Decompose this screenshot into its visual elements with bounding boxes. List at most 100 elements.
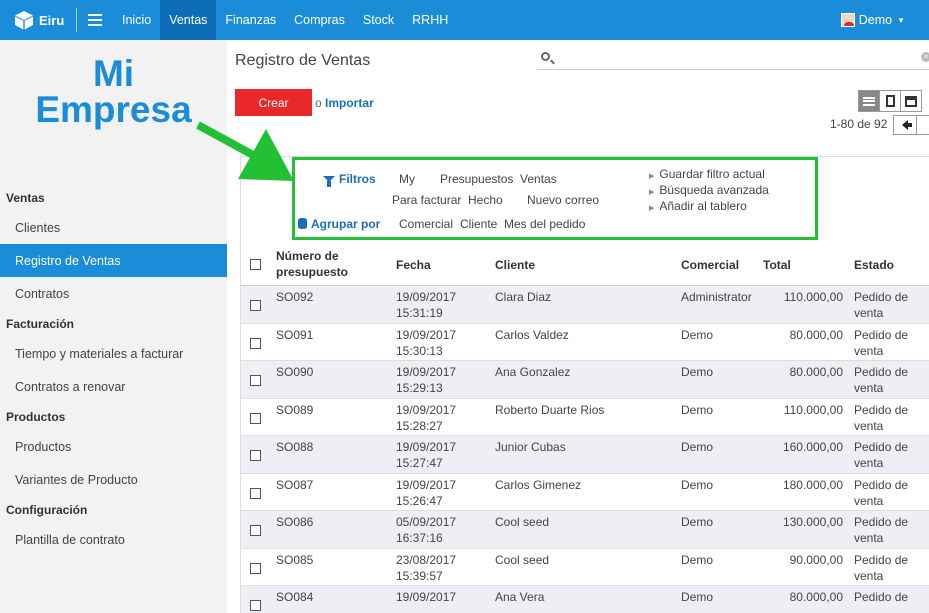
app-logo[interactable]: Eiru (0, 0, 76, 40)
cell-salesperson: Demo (681, 365, 714, 379)
pager-counter[interactable]: 1-80 de 92 (830, 117, 887, 131)
header-number[interactable]: Número de presupuesto (276, 248, 386, 280)
annotation-highlight-box (292, 157, 818, 240)
row-checkbox[interactable] (250, 525, 261, 536)
cell-state-line-1: Pedido de (854, 365, 909, 379)
cell-state-line-2: venta (854, 531, 884, 545)
cell-total: 80.000,00 (789, 327, 843, 342)
list-view-button[interactable] (858, 90, 880, 112)
cell-state-line-2: venta (854, 456, 884, 470)
cell-total: 80.000,00 (789, 590, 843, 604)
header-salesperson[interactable]: Comercial (681, 257, 771, 273)
sidebar-item-contratos-renovar[interactable]: Contratos a renovar (0, 370, 227, 403)
header-state[interactable]: Estado (854, 257, 924, 273)
cell-state-line-2: venta (854, 418, 884, 433)
table-header: Número de presupuesto Fecha Cliente Come… (241, 244, 929, 286)
cell-state-line-2: venta (854, 306, 884, 320)
table-row[interactable]: SO085 23/08/2017 15:39:57 Cool seed Demo 90.0… (241, 548, 929, 586)
table-row[interactable]: SO087 19/09/2017 15:26:47 Carlos Gimenez Dem… (241, 473, 929, 511)
cell-salesperson: Demo (681, 477, 714, 492)
menu-stock[interactable]: Stock (354, 0, 403, 40)
sidebar-section-facturacion: Facturación (6, 316, 75, 331)
cell-date-day: 19/09/2017 (396, 290, 457, 304)
calendar-view-button[interactable] (900, 90, 922, 112)
cell-state-line-2: venta (854, 381, 884, 395)
cell-total: 130.000,00 (782, 515, 843, 529)
sidebar-item-productos[interactable]: Productos (0, 430, 227, 463)
cell-client: Carlos Gimenez (495, 477, 582, 492)
cell-client: Roberto Duarte Rios (495, 402, 605, 417)
cell-number: SO085 (276, 552, 314, 567)
cell-date-day: 23/08/2017 (396, 552, 457, 567)
user-menu[interactable]: Demo ▼ (840, 0, 905, 40)
search-input[interactable] (557, 50, 907, 68)
sidebar: Mi Empresa Ventas Clientes Registro de V… (0, 40, 227, 613)
menu-inicio[interactable]: Inicio (113, 0, 160, 40)
cell-state: Pedido de venta (854, 364, 924, 396)
cell-date-time: 15:31:19 (396, 306, 443, 320)
table-row[interactable]: SO091 19/09/2017 15:30:13 Carlos Valdez Demo… (241, 323, 929, 361)
cell-number: SO087 (276, 477, 314, 492)
row-checkbox[interactable] (250, 337, 261, 349)
sales-table: Número de presupuesto Fecha Cliente Come… (241, 244, 929, 613)
cell-client: Carlos Valdez (495, 327, 569, 342)
sidebar-item-variantes[interactable]: Variantes de Producto (0, 463, 227, 496)
row-checkbox[interactable] (250, 600, 261, 611)
form-view-icon (885, 95, 895, 107)
row-checkbox[interactable] (250, 300, 261, 311)
sidebar-item-tiempo-materiales[interactable]: Tiempo y materiales a facturar (0, 337, 227, 370)
row-checkbox[interactable] (250, 487, 261, 499)
menu-rrhh[interactable]: RRHH (403, 0, 457, 40)
select-all-checkbox[interactable] (250, 259, 261, 270)
cell-date: 19/09/2017 15:30:13 (396, 327, 486, 359)
row-checkbox[interactable] (250, 450, 261, 461)
cell-number: SO084 (276, 590, 314, 604)
pager-next-button[interactable] (916, 115, 929, 135)
user-name: Demo (858, 13, 893, 27)
table-row[interactable]: SO086 05/09/2017 16:37:16 Cool seed Demo 130.… (241, 511, 929, 549)
menu-ventas[interactable]: Ventas (160, 0, 217, 40)
cell-date: 05/09/2017 16:37:16 (396, 514, 486, 546)
row-checkbox[interactable] (250, 412, 261, 424)
cell-date-time: 15:27:47 (396, 456, 443, 470)
table-row[interactable]: SO090 19/09/2017 15:29:13 Ana Gonzalez Demo 8… (241, 361, 929, 399)
cell-client: Clara Diaz (495, 290, 552, 304)
cube-logo-icon (15, 11, 33, 30)
view-switcher (858, 90, 922, 112)
annotation-arrow-icon (196, 121, 294, 181)
header-total[interactable]: Total (763, 257, 791, 273)
table-row[interactable]: SO084 19/09/2017 Ana Vera Demo 80.000,00 Pedi… (241, 586, 929, 613)
menu-compras[interactable]: Compras (285, 0, 354, 40)
cell-total: 160.000,00 (782, 440, 843, 454)
cell-state-line-1: Pedido de (854, 590, 909, 604)
row-checkbox[interactable] (250, 375, 261, 386)
cell-state-line-1: Pedido de (854, 290, 909, 304)
menu-finanzas[interactable]: Finanzas (216, 0, 285, 40)
sidebar-item-plantilla-contrato[interactable]: Plantilla de contrato (0, 523, 227, 556)
table-row[interactable]: SO089 19/09/2017 15:28:27 Roberto Duarte Ri… (241, 398, 929, 436)
header-date[interactable]: Fecha (396, 257, 486, 273)
calendar-view-icon (905, 95, 917, 107)
header-client[interactable]: Cliente (495, 257, 675, 273)
cell-salesperson: Demo (681, 515, 714, 529)
list-view-icon (863, 96, 875, 106)
form-view-button[interactable] (879, 90, 901, 112)
cell-number: SO091 (276, 327, 314, 342)
cell-state: Pedido de venta (854, 552, 924, 584)
sidebar-section-productos: Productos (6, 409, 66, 424)
import-link[interactable]: Importar (325, 96, 374, 110)
sidebar-item-contratos[interactable]: Contratos (0, 277, 227, 310)
cell-salesperson: Demo (681, 327, 714, 342)
brand-name: Eiru (39, 12, 65, 28)
sidebar-item-registro-ventas[interactable]: Registro de Ventas (0, 244, 227, 277)
cell-state: Pedido de (854, 589, 924, 605)
table-row[interactable]: SO088 19/09/2017 15:27:47 Junior Cubas Demo 1… (241, 436, 929, 474)
sidebar-item-clientes[interactable]: Clientes (0, 211, 227, 244)
create-button[interactable]: Crear (235, 89, 312, 116)
row-checkbox[interactable] (250, 562, 261, 574)
pager-previous-button[interactable] (893, 115, 917, 135)
or-label: o (315, 96, 322, 110)
table-row[interactable]: SO092 19/09/2017 15:31:19 Clara Diaz Adminis… (241, 286, 929, 324)
clear-search-icon[interactable]: × (921, 52, 929, 62)
hamburger-menu-icon[interactable] (77, 0, 113, 40)
